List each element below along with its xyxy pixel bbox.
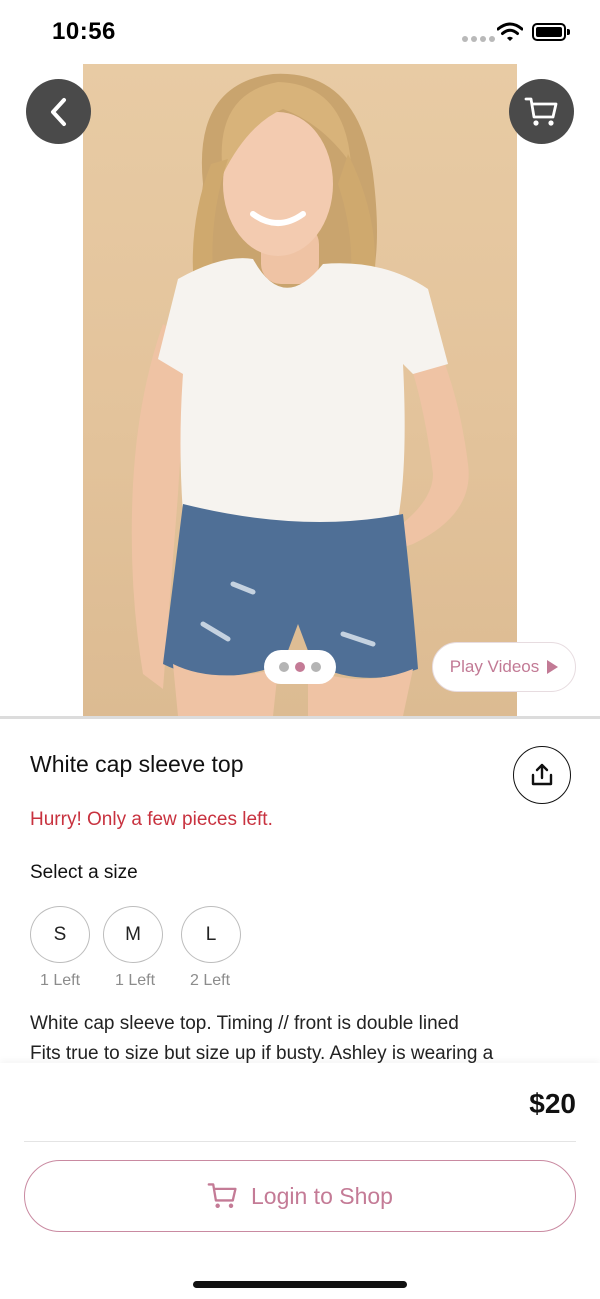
cart-icon — [524, 97, 557, 126]
size-option-l[interactable]: L — [181, 906, 241, 963]
cart-button[interactable] — [509, 79, 574, 144]
cart-icon — [207, 1183, 237, 1208]
status-time: 10:56 — [52, 18, 116, 45]
description-line: White cap sleeve top. Timing // front is… — [30, 1013, 459, 1034]
image-pager[interactable] — [264, 650, 336, 684]
back-button[interactable] — [26, 79, 91, 144]
login-button-label: Login to Shop — [251, 1182, 393, 1209]
signal-dots-icon — [462, 36, 495, 42]
status-bar: 10:56 — [0, 0, 600, 64]
size-heading: Select a size — [30, 862, 138, 883]
product-details: White cap sleeve top Hurry! Only a few p… — [0, 719, 600, 1063]
product-photo — [83, 64, 517, 716]
product-image-carousel[interactable]: Play Videos — [0, 64, 600, 716]
size-option-s[interactable]: S — [30, 906, 90, 963]
size-stock-s: 1 Left — [39, 972, 81, 989]
wifi-icon — [497, 22, 523, 41]
size-option-m[interactable]: M — [103, 906, 163, 963]
play-icon — [547, 660, 559, 674]
product-description: White cap sleeve top. Timing // front is… — [30, 1009, 575, 1063]
play-videos-button[interactable]: Play Videos — [432, 642, 576, 692]
description-line: Fits true to size but size up if busty. … — [30, 1043, 494, 1063]
size-stock-m: 1 Left — [114, 972, 156, 989]
share-icon — [531, 763, 553, 786]
price: $20 — [529, 1088, 576, 1119]
stock-warning: Hurry! Only a few pieces left. — [30, 809, 273, 830]
share-button[interactable] — [513, 746, 571, 804]
login-to-shop-button[interactable]: Login to Shop — [24, 1160, 576, 1232]
pager-dot-active[interactable] — [295, 662, 305, 672]
chevron-left-icon — [50, 97, 66, 126]
size-stock-l: 2 Left — [189, 972, 231, 989]
pager-dot[interactable] — [279, 662, 289, 672]
divider — [24, 1141, 576, 1142]
pager-dot[interactable] — [311, 662, 321, 672]
play-videos-label: Play Videos — [449, 657, 540, 676]
bottom-bar: $20 Login to Shop — [0, 1063, 600, 1299]
battery-icon — [532, 23, 570, 41]
product-title: White cap sleeve top — [30, 751, 244, 777]
home-indicator[interactable] — [193, 1281, 407, 1288]
